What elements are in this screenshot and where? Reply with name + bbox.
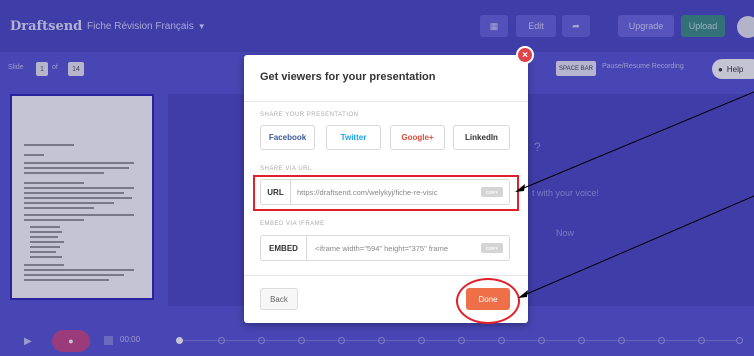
annotation-arrow-url (518, 91, 754, 191)
app-window: Draftsend Fiche Révision Français ▼ ▦ Edi… (0, 0, 754, 356)
annotation-arrowhead-url (515, 184, 525, 192)
annotation-arrowhead-done (518, 290, 528, 298)
annotation-arrows (515, 91, 754, 298)
annotation-arrow-done (521, 195, 754, 297)
